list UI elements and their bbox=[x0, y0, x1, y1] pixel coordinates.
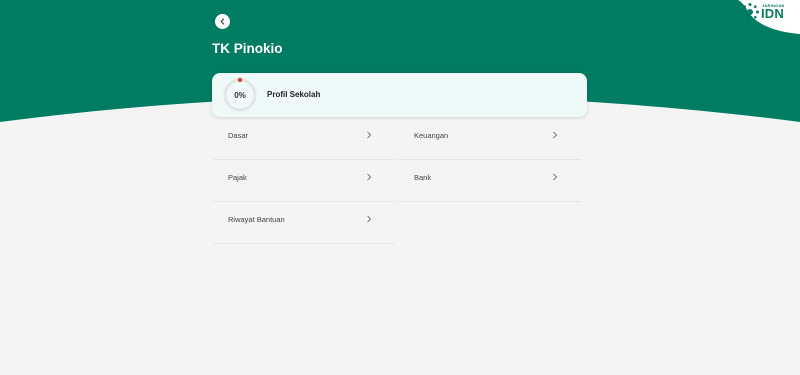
menu-item-label: Keuangan bbox=[414, 131, 449, 140]
menu-item-pajak[interactable]: Pajak bbox=[213, 160, 395, 202]
profile-label: Profil Sekolah bbox=[267, 90, 321, 99]
menu-item-label: Pajak bbox=[228, 173, 247, 182]
menu-item-dasar[interactable]: Dasar bbox=[213, 118, 395, 160]
chevron-right-icon bbox=[367, 215, 371, 223]
back-button[interactable] bbox=[215, 14, 230, 29]
chevron-right-icon bbox=[553, 173, 557, 181]
chevron-left-icon bbox=[220, 18, 225, 25]
menu-item-label: Dasar bbox=[228, 131, 249, 140]
logo-main-text: IDN bbox=[761, 6, 784, 21]
chevron-right-icon bbox=[367, 173, 371, 181]
profile-card[interactable]: 0% Profil Sekolah bbox=[212, 73, 587, 117]
menu-item-label: Riwayat Bantuan bbox=[228, 215, 285, 224]
chevron-right-icon bbox=[367, 131, 371, 139]
progress-percent: 0% bbox=[234, 90, 246, 100]
menu-item-riwayat-bantuan[interactable]: Riwayat Bantuan bbox=[213, 202, 395, 244]
menu-item-keuangan[interactable]: Keuangan bbox=[399, 118, 581, 160]
chevron-right-icon bbox=[553, 131, 557, 139]
jaringan-idn-logo: JARINGAN IDN bbox=[738, 0, 800, 34]
page-title: TK Pinokio bbox=[212, 41, 283, 56]
menu-item-label: Bank bbox=[414, 173, 432, 182]
sun-dots-icon bbox=[741, 3, 759, 21]
menu-item-bank[interactable]: Bank bbox=[399, 160, 581, 202]
